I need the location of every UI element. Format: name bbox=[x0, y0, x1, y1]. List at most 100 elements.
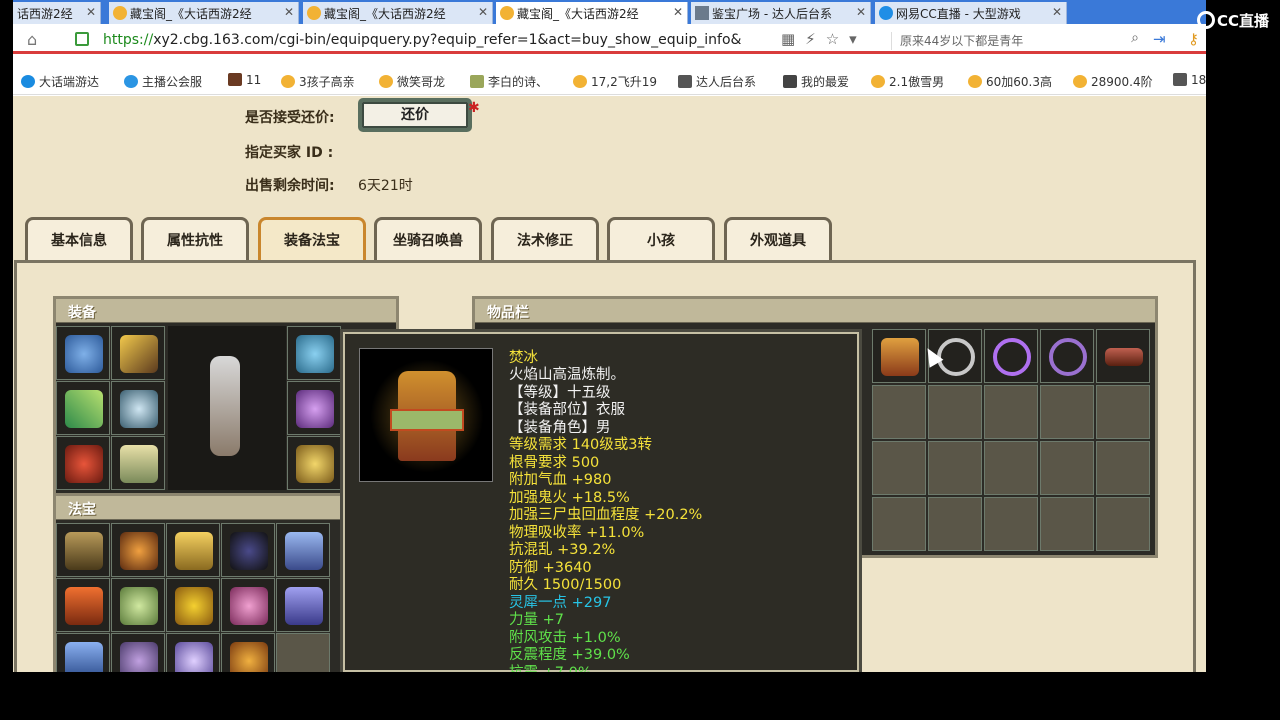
close-icon[interactable]: ✕ bbox=[673, 5, 683, 19]
item-stat-line: 加强三尸虫回血程度 +20.2% bbox=[509, 507, 703, 523]
treasure-slot[interactable] bbox=[166, 633, 220, 672]
equip-slot[interactable] bbox=[111, 436, 165, 490]
browser-tab[interactable]: 鉴宝广场 - 达人后台系 ✕ bbox=[691, 2, 871, 24]
bookmark-item[interactable]: 3孩子高亲 bbox=[281, 73, 355, 90]
home-icon[interactable]: ⌂ bbox=[27, 30, 37, 49]
tab-basic-info[interactable]: 基本信息 bbox=[25, 217, 133, 261]
treasure-slot[interactable] bbox=[221, 578, 275, 632]
browser-tab[interactable]: 话西游2经 ✕ bbox=[13, 2, 101, 24]
tab-appearance[interactable]: 外观道具 bbox=[724, 217, 832, 261]
treasure-slot[interactable] bbox=[111, 578, 165, 632]
browser-tab-active[interactable]: 藏宝阁_《大话西游2经 ✕ bbox=[496, 2, 688, 24]
treasure-slot[interactable] bbox=[276, 578, 330, 632]
equip-slot[interactable] bbox=[287, 436, 341, 490]
equip-slot[interactable] bbox=[56, 436, 110, 490]
tab-equipment[interactable]: 装备法宝 bbox=[258, 217, 366, 261]
inventory-slot[interactable] bbox=[984, 497, 1038, 551]
treasure-slot[interactable] bbox=[221, 633, 275, 672]
inventory-slot[interactable] bbox=[872, 497, 926, 551]
inventory-slot[interactable] bbox=[928, 441, 982, 495]
inventory-slot[interactable] bbox=[1040, 497, 1094, 551]
key-icon[interactable]: ⚷ bbox=[1188, 30, 1199, 48]
tablet-icon bbox=[65, 587, 103, 625]
bracelet-icon bbox=[296, 445, 334, 483]
inventory-slot[interactable] bbox=[1040, 385, 1094, 439]
download-icon[interactable]: ⇥ bbox=[1153, 30, 1166, 48]
bookmark-item[interactable]: 17,2飞升19 bbox=[573, 73, 657, 90]
close-icon[interactable]: ✱ bbox=[468, 100, 480, 116]
chariot-icon bbox=[120, 642, 158, 672]
inventory-slot[interactable] bbox=[928, 497, 982, 551]
bookmark-item[interactable]: 大话端游达 bbox=[21, 73, 99, 90]
bargain-button[interactable]: 还价 bbox=[358, 98, 472, 132]
treasure-slot[interactable] bbox=[166, 578, 220, 632]
search-box[interactable]: 原来44岁以下都是青年 ⌕ bbox=[891, 30, 1139, 50]
bookmark-label: 17,2飞升19 bbox=[591, 75, 657, 89]
url-field[interactable]: https://xy2.cbg.163.com/cgi-bin/equipque… bbox=[103, 32, 783, 48]
equip-slot[interactable] bbox=[287, 381, 341, 435]
bookmark-item[interactable]: 达人后台系 bbox=[678, 73, 756, 90]
equip-slot[interactable] bbox=[56, 326, 110, 380]
treasure-slot[interactable] bbox=[56, 633, 110, 672]
browser-tab[interactable]: 藏宝阁_《大话西游2经 ✕ bbox=[303, 2, 493, 24]
bookmark-label: 达人后台系 bbox=[696, 75, 757, 89]
inventory-slot[interactable] bbox=[984, 385, 1038, 439]
bookmark-item[interactable]: 11 bbox=[228, 73, 261, 87]
bookmark-icon bbox=[573, 75, 587, 88]
tab-child[interactable]: 小孩 bbox=[607, 217, 715, 261]
bookmark-item[interactable]: 28900.4阶 bbox=[1073, 73, 1153, 90]
book-icon bbox=[285, 587, 323, 625]
equip-slot[interactable] bbox=[111, 381, 165, 435]
treasure-slot[interactable] bbox=[166, 523, 220, 577]
tab-spell-correction[interactable]: 法术修正 bbox=[491, 217, 599, 261]
search-icon[interactable]: ⌕ bbox=[1131, 30, 1139, 46]
treasure-slot[interactable] bbox=[56, 523, 110, 577]
close-icon[interactable]: ✕ bbox=[478, 5, 488, 19]
tab-mounts-pets[interactable]: 坐骑召唤兽 bbox=[374, 217, 482, 261]
inventory-slot[interactable] bbox=[1040, 329, 1094, 383]
close-icon[interactable]: ✕ bbox=[284, 5, 294, 19]
helmet-icon bbox=[65, 335, 103, 373]
close-icon[interactable]: ✕ bbox=[1052, 5, 1062, 19]
equip-slot[interactable] bbox=[287, 326, 341, 380]
address-actions-icon[interactable]: ▦⚡☆▾ bbox=[781, 30, 867, 48]
bookmark-item[interactable]: 微笑哥龙 bbox=[379, 73, 445, 90]
inventory-slot[interactable] bbox=[1096, 329, 1150, 383]
cbg-icon bbox=[113, 6, 127, 20]
inventory-slot[interactable] bbox=[928, 385, 982, 439]
item-image bbox=[359, 348, 493, 482]
bookmark-item[interactable]: 2.1傲雪男 bbox=[871, 73, 944, 90]
inventory-slot[interactable] bbox=[1096, 385, 1150, 439]
inventory-slot[interactable] bbox=[872, 329, 926, 383]
bookmark-item[interactable]: 李白的诗、 bbox=[470, 73, 548, 90]
bookmark-item[interactable]: 我的最爱 bbox=[783, 73, 849, 90]
bookmark-icon bbox=[678, 75, 692, 88]
equip-slot[interactable] bbox=[56, 381, 110, 435]
treasure-slot[interactable] bbox=[111, 523, 165, 577]
inventory-slot[interactable] bbox=[872, 441, 926, 495]
treasure-slot-empty[interactable] bbox=[276, 633, 330, 672]
bookmark-item[interactable]: 主播公会服 bbox=[124, 73, 202, 90]
browser-tab[interactable]: 网易CC直播 - 大型游戏 ✕ bbox=[875, 2, 1067, 24]
close-icon[interactable]: ✕ bbox=[856, 5, 866, 19]
equip-slot[interactable] bbox=[111, 326, 165, 380]
close-icon[interactable]: ✕ bbox=[86, 5, 96, 19]
browser-tab[interactable]: 藏宝阁_《大话西游2经 ✕ bbox=[109, 2, 299, 24]
bookmark-item[interactable]: 18 bbox=[1173, 73, 1206, 87]
inventory-slot[interactable] bbox=[1040, 441, 1094, 495]
treasure-slot[interactable] bbox=[221, 523, 275, 577]
item-stat-line: 力量 +7 bbox=[509, 612, 564, 628]
inventory-slot[interactable] bbox=[984, 329, 1038, 383]
inventory-slot[interactable] bbox=[984, 441, 1038, 495]
bookmark-item[interactable]: 60加60.3高 bbox=[968, 73, 1052, 90]
inventory-slot[interactable] bbox=[872, 385, 926, 439]
tab-attributes[interactable]: 属性抗性 bbox=[141, 217, 249, 261]
flame-icon bbox=[230, 642, 268, 672]
inventory-slot[interactable] bbox=[1096, 497, 1150, 551]
inventory-slot[interactable] bbox=[1096, 441, 1150, 495]
treasure-slot[interactable] bbox=[111, 633, 165, 672]
treasure-slot[interactable] bbox=[56, 578, 110, 632]
secure-shield-icon bbox=[75, 32, 89, 46]
treasure-slot[interactable] bbox=[276, 523, 330, 577]
cc-icon bbox=[879, 6, 893, 20]
